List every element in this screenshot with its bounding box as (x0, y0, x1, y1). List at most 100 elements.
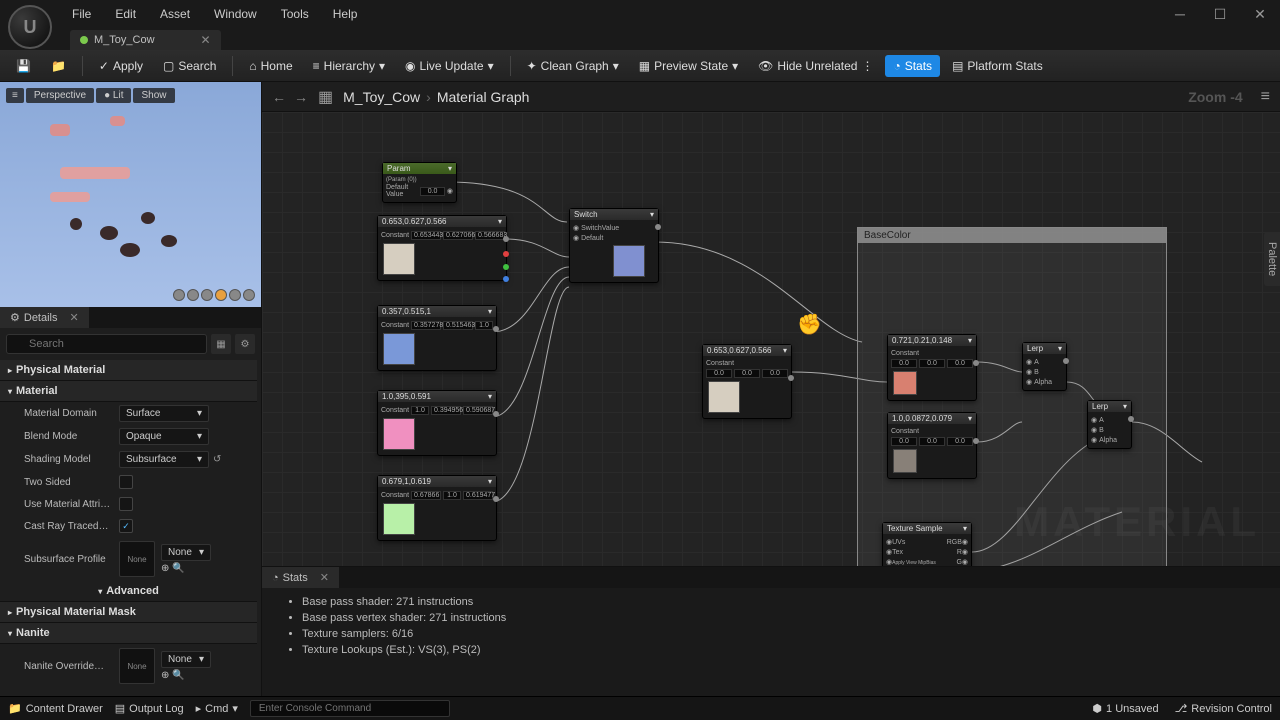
hideunrelated-button[interactable]: 👁 Hide Unrelated ⋮ (750, 55, 881, 77)
menu-asset[interactable]: Asset (148, 7, 202, 21)
prop-nanite-thumb[interactable]: None (119, 648, 155, 684)
graph-grid-icon[interactable]: ▦ (318, 87, 333, 107)
category-physical-material[interactable]: ▸Physical Material (0, 360, 257, 381)
category-advanced[interactable]: ▾Advanced (0, 581, 257, 602)
reset-icon[interactable]: ↺ (213, 454, 221, 465)
output-log-button[interactable]: ▤ Output Log (115, 702, 184, 715)
cursor-grab-icon: ✊ (797, 312, 822, 337)
prop-nanite-override-label: Nanite Override… (24, 661, 119, 672)
stats-button[interactable]: ◔ Stats (885, 55, 940, 77)
prop-twosided-checkbox[interactable] (119, 475, 133, 489)
prop-blend-mode-dropdown[interactable]: Opaque▾ (119, 428, 209, 445)
use-asset-icon[interactable]: ⊕ (161, 670, 169, 681)
prop-usematattr-label: Use Material Attri… (24, 499, 119, 510)
node-constant-3[interactable]: 1.0,395,0.591▾ Constant1.00.3949560.5906… (377, 390, 497, 456)
viewport-show-button[interactable]: Show (133, 88, 174, 103)
prop-material-domain-label: Material Domain (24, 408, 119, 419)
breadcrumb-page[interactable]: Material Graph (437, 89, 530, 105)
ue-logo: U (8, 5, 52, 49)
nav-forward-button[interactable]: → (294, 89, 308, 105)
stats-tab[interactable]: ◔ Stats✕ (262, 567, 339, 588)
prop-shading-model-dropdown[interactable]: Subsurface▾ (119, 451, 209, 468)
preview-shape-selector[interactable] (173, 289, 255, 301)
viewport-menu-button[interactable]: ≡ (6, 88, 24, 103)
tab-close-icon[interactable]: ✕ (201, 33, 211, 47)
cleangraph-button[interactable]: ✦ Clean Graph ▾ (519, 55, 627, 77)
category-physical-material-mask[interactable]: ▸Physical Material Mask (0, 602, 257, 623)
material-graph-canvas[interactable]: Palette MATERIAL Param▾ (262, 112, 1280, 566)
zoom-label: Zoom -4 (1188, 89, 1242, 105)
stats-line: Texture samplers: 6/16 (302, 626, 1260, 642)
dirty-indicator-icon (80, 36, 88, 44)
stats-line: Base pass vertex shader: 271 instruction… (302, 610, 1260, 626)
browse-button[interactable]: 📁 (43, 55, 74, 77)
apply-button[interactable]: ✓ Apply (91, 55, 151, 77)
hierarchy-button[interactable]: ≡ Hierarchy ▾ (305, 55, 393, 77)
asset-tab[interactable]: M_Toy_Cow ✕ (70, 30, 221, 50)
prop-subsurface-dropdown[interactable]: None▾ (161, 544, 211, 561)
close-button[interactable]: ✕ (1240, 0, 1280, 28)
search-button[interactable]: ▢ Search (155, 55, 224, 77)
details-tab[interactable]: ⚙ Details✕ (0, 307, 89, 328)
menu-tools[interactable]: Tools (269, 7, 321, 21)
prop-material-domain-dropdown[interactable]: Surface▾ (119, 405, 209, 422)
node-texture-sample[interactable]: Texture Sample▾ ◉UVsRGB◉ ◉TexR◉ ◉Apply V… (882, 522, 972, 566)
node-param[interactable]: Param▾ (Param (0)) Default Value0.0◉ (382, 162, 457, 203)
details-filter-button[interactable]: ▦ (211, 334, 231, 354)
node-constant-2[interactable]: 0.357,0.515,1▾ Constant0.3572780.5154631… (377, 305, 497, 371)
use-asset-icon[interactable]: ⊕ (161, 563, 169, 574)
stats-list: Base pass shader: 271 instructions Base … (262, 588, 1280, 664)
graph-menu-icon[interactable]: ≡ (1261, 88, 1270, 106)
prop-castray-checkbox[interactable]: ✓ (119, 519, 133, 533)
breadcrumb: M_Toy_Cow › Material Graph (343, 89, 529, 105)
node-constant-7[interactable]: 1.0,0.0872,0.079▾ Constant 0.00.00.0 (887, 412, 977, 479)
category-material[interactable]: ▾Material (0, 381, 257, 402)
node-lerp-1[interactable]: Lerp▾ ◉A ◉B ◉Alpha (1022, 342, 1067, 391)
prop-usematattr-checkbox[interactable] (119, 497, 133, 511)
palette-tab[interactable]: Palette (1264, 232, 1280, 286)
stats-line: Base pass shader: 271 instructions (302, 594, 1260, 610)
menu-window[interactable]: Window (202, 7, 269, 21)
platformstats-button[interactable]: ▤ Platform Stats (944, 55, 1051, 77)
browse-asset-icon[interactable]: 🔍 (172, 563, 184, 574)
preview-mesh (30, 107, 231, 277)
node-lerp-2[interactable]: Lerp▾ ◉A ◉B ◉Alpha (1087, 400, 1132, 449)
menu-help[interactable]: Help (321, 7, 370, 21)
cmd-button[interactable]: ▸ Cmd ▾ (196, 702, 238, 715)
save-button[interactable]: 💾 (8, 55, 39, 77)
minimize-button[interactable]: ─ (1160, 0, 1200, 28)
maximize-button[interactable]: ☐ (1200, 0, 1240, 28)
node-constant-6[interactable]: 0.721,0.21,0.148▾ Constant 0.00.00.0 (887, 334, 977, 401)
content-drawer-button[interactable]: 📁 Content Drawer (8, 702, 103, 715)
revision-control-button[interactable]: ⎇ Revision Control (1175, 702, 1272, 715)
browse-asset-icon[interactable]: 🔍 (172, 670, 184, 681)
node-constant-5[interactable]: 0.653,0.627,0.566▾ Constant 0.00.00.0 (702, 344, 792, 419)
details-search-input[interactable] (6, 334, 207, 354)
liveupdate-button[interactable]: ◉ Live Update ▾ (397, 55, 502, 77)
breadcrumb-asset[interactable]: M_Toy_Cow (343, 89, 420, 105)
nav-back-button[interactable]: ← (272, 89, 286, 105)
home-button[interactable]: ⌂ Home (241, 55, 300, 77)
asset-tab-label: M_Toy_Cow (94, 34, 155, 46)
preview-viewport[interactable]: ≡ Perspective ● Lit Show (0, 82, 261, 307)
node-constant-1[interactable]: 0.653,0.627,0.566▾ Constant0.6534430.627… (377, 215, 507, 281)
console-input[interactable] (250, 700, 450, 717)
previewstate-button[interactable]: ▦ Preview State ▾ (631, 55, 746, 77)
prop-blend-mode-label: Blend Mode (24, 431, 119, 442)
viewport-perspective-button[interactable]: Perspective (26, 88, 94, 103)
node-constant-4[interactable]: 0.679,1,0.619▾ Constant0.678661.00.61947… (377, 475, 497, 541)
viewport-lit-button[interactable]: ● Lit (96, 88, 131, 103)
category-nanite[interactable]: ▾Nanite (0, 623, 257, 644)
prop-nanite-dropdown[interactable]: None▾ (161, 651, 211, 668)
status-bar: 📁 Content Drawer ▤ Output Log ▸ Cmd ▾ ⬢ … (0, 696, 1280, 720)
unsaved-indicator[interactable]: ⬢ 1 Unsaved (1092, 702, 1158, 715)
menu-file[interactable]: File (60, 7, 103, 21)
menu-edit[interactable]: Edit (103, 7, 148, 21)
stats-line: Texture Lookups (Est.): VS(3), PS(2) (302, 642, 1260, 658)
details-settings-button[interactable]: ⚙ (235, 334, 255, 354)
details-close-icon[interactable]: ✕ (70, 311, 79, 324)
stats-close-icon[interactable]: ✕ (320, 571, 329, 584)
node-switch[interactable]: Switch▾ ◉ SwitchValue ◉ Default (569, 208, 659, 283)
toolbar: 💾 📁 ✓ Apply ▢ Search ⌂ Home ≡ Hierarchy … (0, 50, 1280, 82)
prop-subsurface-thumb[interactable]: None (119, 541, 155, 577)
